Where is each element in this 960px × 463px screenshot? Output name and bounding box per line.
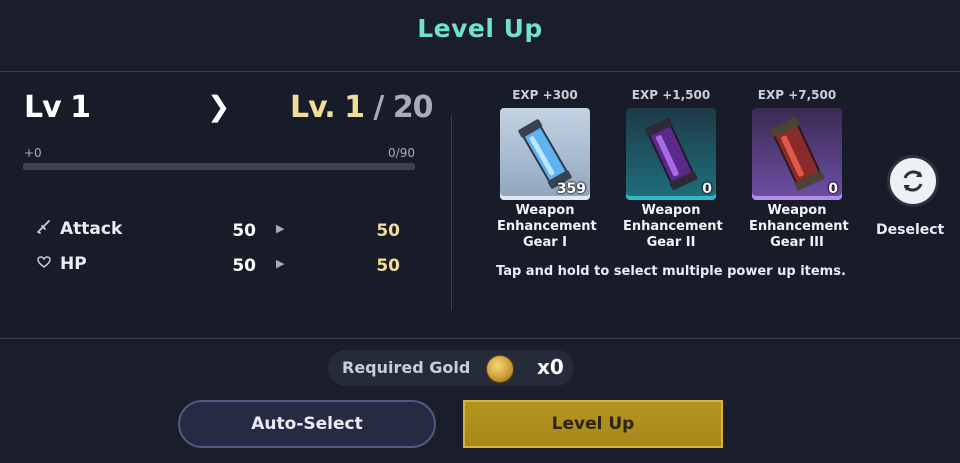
item-exp: EXP +300 (512, 88, 578, 102)
stat-label: HP (60, 254, 87, 274)
item-tile[interactable]: 0 (626, 108, 716, 200)
sword-icon (34, 219, 54, 239)
page-title: Level Up (417, 14, 543, 43)
current-level: Lv 1 (24, 90, 91, 125)
heart-icon (34, 254, 54, 274)
stat-current: 50 (232, 221, 256, 241)
item-exp: EXP +7,500 (757, 88, 837, 102)
auto-select-button[interactable]: Auto-Select (178, 400, 436, 448)
item-exp: EXP +1,500 (631, 88, 711, 102)
required-gold-value: x0 (537, 355, 564, 379)
item-count: 0 (702, 181, 712, 197)
item-name: Weapon Enhancement Gear III (749, 203, 849, 250)
item-count: 359 (556, 181, 586, 197)
deselect-label: Deselect (876, 222, 945, 238)
stat-arrow-icon: ▶ (276, 222, 285, 235)
item-name: Weapon Enhancement Gear II (623, 203, 723, 250)
stat-current: 50 (232, 256, 256, 276)
required-gold-label: Required Gold (342, 358, 471, 377)
exp-gain: +0 (24, 146, 42, 160)
panel-divider (451, 115, 452, 310)
level-up-button[interactable]: Level Up (463, 400, 723, 448)
exp-progress-text: 0/90 (388, 146, 415, 160)
exp-bar (23, 163, 415, 170)
item-count: 0 (828, 181, 838, 197)
stat-new: 50 (376, 256, 400, 276)
stat-row-hp: HP 50 ▶ 50 (34, 252, 414, 278)
item-gear-2[interactable]: EXP +1,500 0 Weapon Enhancement Gear II (623, 86, 723, 251)
refresh-icon (903, 170, 923, 192)
item-tile[interactable]: 0 (752, 108, 842, 200)
stat-arrow-icon: ▶ (276, 257, 285, 270)
target-level: Lv. 1 / 20 (290, 90, 434, 125)
level-separator: / (363, 90, 393, 125)
level-arrow-icon: ❯ (207, 90, 231, 123)
item-gear-1[interactable]: EXP +300 359 Weapon Enhancement Gear I (497, 86, 597, 251)
item-gear-3[interactable]: EXP +7,500 0 Weapon Enhancement Gear III (749, 86, 849, 251)
gold-coin-icon (486, 355, 514, 383)
max-level: 20 (392, 90, 434, 125)
stat-new: 50 (376, 221, 400, 241)
item-tile[interactable]: 359 (500, 108, 590, 200)
target-level-value: Lv. 1 (290, 90, 365, 125)
stat-label: Attack (60, 219, 123, 239)
deselect-button[interactable] (887, 155, 939, 207)
stat-row-attack: Attack 50 ▶ 50 (34, 217, 414, 243)
item-name: Weapon Enhancement Gear I (497, 203, 597, 250)
selection-hint: Tap and hold to select multiple power up… (496, 264, 846, 279)
